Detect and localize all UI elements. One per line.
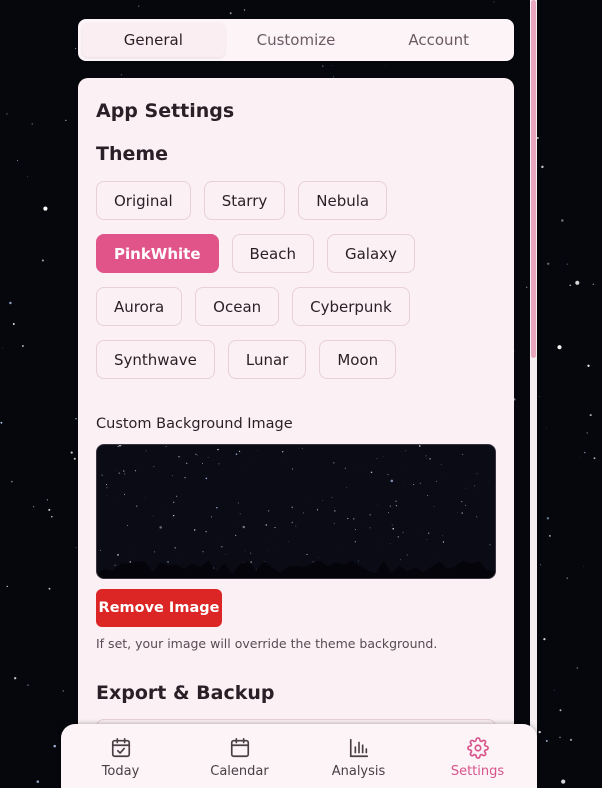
nav-calendar[interactable]: Calendar xyxy=(180,737,299,788)
theme-button-synthwave[interactable]: Synthwave xyxy=(96,340,215,379)
remove-image-button[interactable]: Remove Image xyxy=(96,589,222,627)
theme-button-beach[interactable]: Beach xyxy=(231,234,314,273)
bottom-navigation: Today Calendar Analysis Settings xyxy=(61,724,537,788)
theme-button-ocean[interactable]: Ocean xyxy=(195,287,280,326)
calendar-icon xyxy=(230,738,249,758)
nav-analysis[interactable]: Analysis xyxy=(299,737,418,788)
theme-button-pinkwhite[interactable]: PinkWhite xyxy=(96,234,219,273)
background-hint-text: If set, your image will override the the… xyxy=(96,636,438,651)
custom-background-preview xyxy=(96,444,496,579)
panel-title: App Settings xyxy=(96,100,235,122)
theme-button-original[interactable]: Original xyxy=(96,181,191,220)
nav-today-label: Today xyxy=(101,764,140,779)
theme-button-galaxy[interactable]: Galaxy xyxy=(326,234,415,273)
theme-button-aurora[interactable]: Aurora xyxy=(96,287,183,326)
scrollbar-thumb[interactable] xyxy=(531,0,536,358)
theme-button-cyberpunk[interactable]: Cyberpunk xyxy=(292,287,410,326)
page-scrollbar[interactable] xyxy=(530,0,537,788)
bar-chart-icon xyxy=(349,738,368,758)
export-section-title: Export & Backup xyxy=(96,682,275,704)
theme-button-starry[interactable]: Starry xyxy=(203,181,286,220)
tab-account[interactable]: Account xyxy=(367,23,510,57)
theme-button-moon[interactable]: Moon xyxy=(319,340,397,379)
nav-today[interactable]: Today xyxy=(61,737,180,788)
tab-customize[interactable]: Customize xyxy=(225,23,368,57)
nav-analysis-label: Analysis xyxy=(331,764,386,779)
theme-section-title: Theme xyxy=(96,143,169,165)
nav-settings[interactable]: Settings xyxy=(418,737,537,788)
theme-button-lunar[interactable]: Lunar xyxy=(227,340,307,379)
nav-calendar-label: Calendar xyxy=(210,764,269,779)
settings-tabs: General Customize Account xyxy=(78,19,514,61)
calendar-check-icon xyxy=(111,738,130,758)
settings-panel: App Settings Theme Original Starry Nebul… xyxy=(78,78,514,788)
theme-grid: Original Starry Nebula PinkWhite Beach G… xyxy=(96,181,496,379)
custom-background-label: Custom Background Image xyxy=(96,416,293,432)
gear-icon xyxy=(466,737,489,759)
theme-button-nebula[interactable]: Nebula xyxy=(298,181,388,220)
tab-general[interactable]: General xyxy=(82,23,225,57)
nav-settings-label: Settings xyxy=(450,764,505,779)
